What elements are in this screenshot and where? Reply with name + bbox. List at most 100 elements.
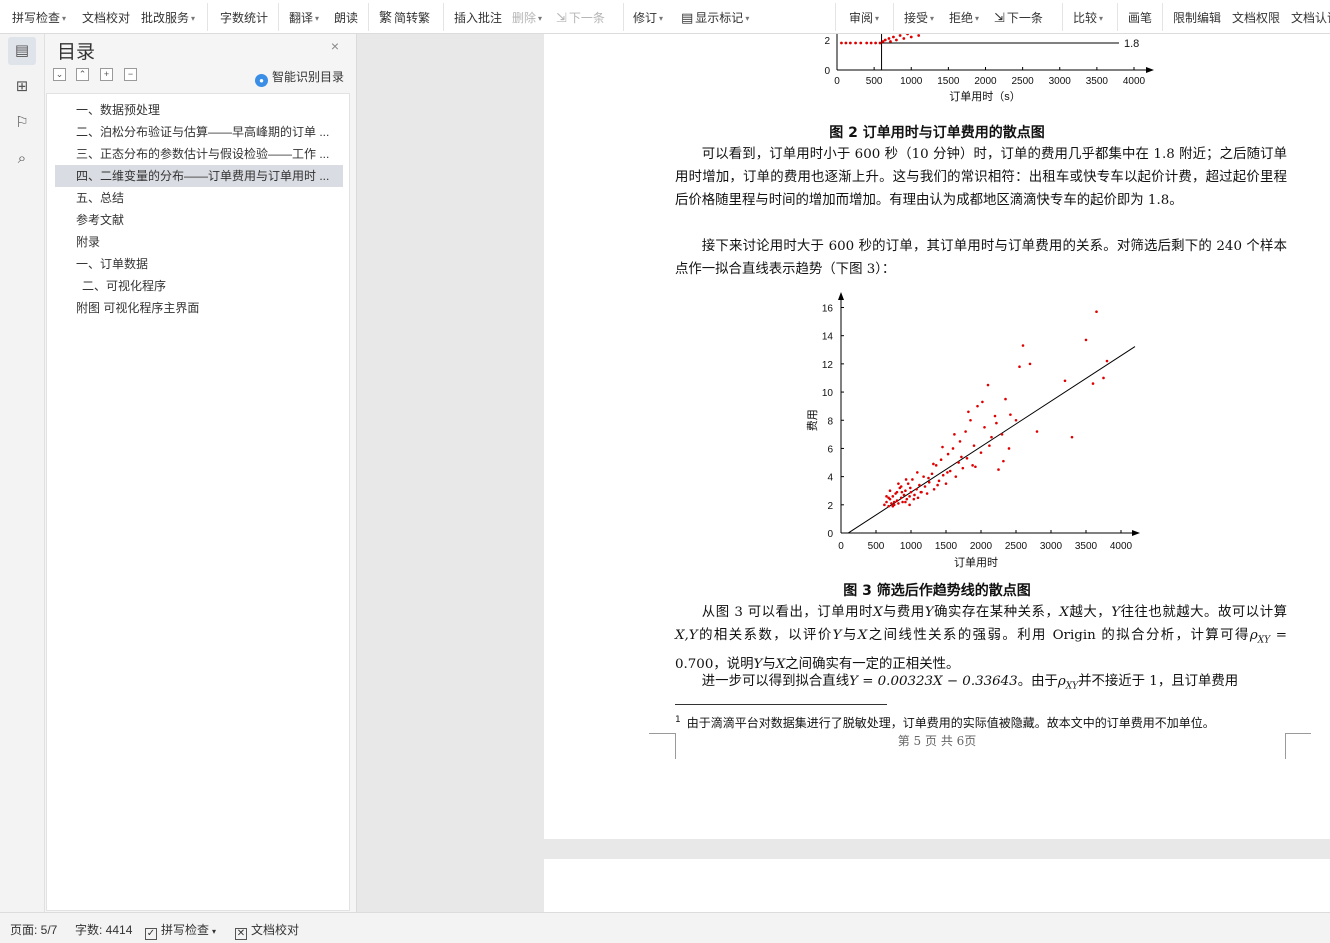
data-point	[946, 471, 949, 474]
paragraph-1-text: 可以看到，订单用时小于 600 秒（10 分钟）时，订单的费用几乎都集中在 1.…	[675, 147, 1287, 208]
y-axis-label: 费用	[806, 409, 819, 431]
data-point	[888, 489, 892, 493]
data-point	[995, 421, 998, 425]
smart-toc-button[interactable]: ● 智能识别目录	[255, 68, 344, 87]
collapse-all-icon[interactable]: ⌄	[53, 68, 66, 81]
remove-heading-icon[interactable]: −	[124, 68, 137, 81]
data-point	[917, 34, 921, 37]
doc-rights-button[interactable]: 文档权限	[1232, 9, 1280, 27]
restrict-edit-button[interactable]: 限制编辑	[1173, 9, 1221, 27]
toc-item[interactable]: 参考文献	[55, 209, 343, 231]
toc-rail-button[interactable]: ▤	[8, 37, 36, 65]
x-tick-label: 3500	[1086, 76, 1109, 87]
data-point	[859, 41, 863, 45]
next-comment-button[interactable]: ⇲ 下一条	[556, 9, 605, 27]
close-icon[interactable]: ×	[328, 39, 342, 53]
toc-item[interactable]: 五、总结	[55, 187, 343, 209]
document-canvas[interactable]: 0 500 1000 1500 2000 2500 3000 3500 4000 0 2 1.8 订单用…	[357, 34, 1330, 912]
accept-button[interactable]: 接受 ▾	[904, 9, 934, 27]
x-tick-label: 0	[834, 76, 840, 87]
data-point	[1000, 433, 1004, 436]
text-run: 并不接近于 1，且订单费用	[1078, 674, 1239, 689]
review-service-label: 批改服务	[141, 11, 190, 25]
insert-comment-button[interactable]: 插入批注	[454, 9, 502, 27]
data-point	[1018, 365, 1021, 368]
data-point	[889, 40, 892, 43]
add-heading-icon[interactable]: +	[100, 68, 113, 81]
review-label: 审阅	[849, 11, 874, 25]
proofread-status[interactable]: ✕ 文档校对	[235, 921, 299, 940]
search-rail-button[interactable]: ⌕	[8, 145, 36, 173]
text-run: 之间线性关系的强弱。利用 Origin 的拟合分析，计算可得	[867, 628, 1250, 643]
math-symbol: X	[857, 628, 868, 643]
y-tick-label: 2	[824, 36, 830, 47]
data-point	[887, 37, 891, 40]
toolbar-divider	[893, 3, 894, 31]
footnote-marker: 1	[675, 715, 681, 725]
review-service-button[interactable]: 批改服务 ▾	[141, 9, 195, 27]
compare-button[interactable]: 比较 ▾	[1073, 9, 1103, 27]
data-point	[911, 478, 914, 481]
data-point	[1105, 359, 1109, 363]
translate-button[interactable]: 翻译 ▾	[289, 9, 319, 27]
restrict-edit-label: 限制编辑	[1173, 11, 1222, 25]
toolbar-divider	[623, 3, 624, 31]
expand-up-icon[interactable]: ⌃	[76, 68, 89, 81]
y-tick-label: 6	[827, 444, 833, 455]
x-tick-label: 1000	[900, 76, 923, 87]
toc-item[interactable]: 二、可视化程序	[55, 275, 343, 297]
toc-item[interactable]: 四、二维变量的分布——订单费用与订单用时 ...	[55, 165, 343, 187]
data-point	[932, 488, 936, 491]
data-point	[961, 466, 965, 470]
footnote: 1 由于滴滴平台对数据集进行了脱敏处理，订单费用的实际值被隐藏。故本文中的订单费用…	[675, 714, 1287, 731]
data-point	[895, 499, 899, 502]
chapter-rail-button[interactable]: ⊞	[8, 73, 36, 101]
data-point	[916, 496, 920, 500]
spell-check-button[interactable]: 拼写检查 ▾	[12, 9, 66, 27]
toolbar-divider	[368, 3, 369, 31]
next-change-button[interactable]: ⇲ 下一条	[994, 9, 1043, 27]
x-tick-label: 4000	[1123, 76, 1146, 87]
reject-button[interactable]: 拒绝 ▾	[949, 9, 979, 27]
math-subscript: XY	[1257, 635, 1271, 646]
data-point	[918, 483, 921, 487]
simp-trad-button[interactable]: 繁简转繁	[379, 9, 430, 27]
paragraph-1: 可以看到，订单用时小于 600 秒（10 分钟）时，订单的费用几乎都集中在 1.…	[675, 143, 1287, 212]
data-point	[965, 457, 969, 460]
toolbar-divider	[1162, 3, 1163, 31]
smart-toc-label: 智能识别目录	[272, 70, 345, 84]
review-pane-button[interactable]: 审阅 ▾	[849, 9, 879, 27]
spell-status-label: 拼写检查	[161, 923, 210, 937]
data-point	[891, 504, 895, 508]
search-icon: ⌕	[17, 150, 27, 167]
doc-proofread-button[interactable]: 文档校对	[82, 9, 130, 27]
math-equation: Y = 0.00323X − 0.33643	[849, 674, 1018, 689]
text-run: 与	[841, 628, 858, 643]
doc-cert-button[interactable]: 文档认证	[1291, 9, 1330, 27]
toc-item[interactable]: 一、订单数据	[55, 253, 343, 275]
read-aloud-button[interactable]: 朗读	[334, 9, 358, 27]
data-point	[927, 476, 930, 480]
track-changes-button[interactable]: 修订 ▾	[633, 9, 663, 27]
word-count-button[interactable]: 字数统计	[220, 9, 268, 27]
trend-line	[848, 346, 1136, 534]
toc-item[interactable]: 二、泊松分布验证与估算——早高峰期的订单 ...	[55, 121, 343, 143]
doc-cert-label: 文档认证	[1291, 11, 1330, 25]
page-indicator[interactable]: 页面: 5/7	[10, 921, 57, 938]
data-point	[916, 471, 919, 474]
data-point	[951, 447, 955, 450]
toc-item[interactable]: 附图 可视化程序主界面	[55, 297, 343, 319]
show-markup-button[interactable]: ▤ 显示标记 ▾	[681, 9, 749, 27]
toc-item[interactable]: 三、正态分布的参数估计与假设检验——工作 ...	[55, 143, 343, 165]
toc-item[interactable]: 附录	[55, 231, 343, 253]
data-point	[904, 489, 907, 493]
word-count-indicator[interactable]: 字数: 4414	[75, 921, 132, 938]
bookmark-rail-button[interactable]: ⚐	[8, 109, 36, 137]
ink-button[interactable]: 画笔	[1128, 9, 1152, 27]
spell-check-status[interactable]: ✓ 拼写检查 ▾	[145, 921, 216, 940]
math-symbol: ρ	[1057, 674, 1066, 689]
y-tick-label: 2	[827, 501, 833, 512]
chevron-down-icon: ▾	[745, 13, 750, 23]
delete-comment-button[interactable]: 删除 ▾	[512, 9, 542, 27]
toc-item[interactable]: 一、数据预处理	[55, 99, 343, 121]
